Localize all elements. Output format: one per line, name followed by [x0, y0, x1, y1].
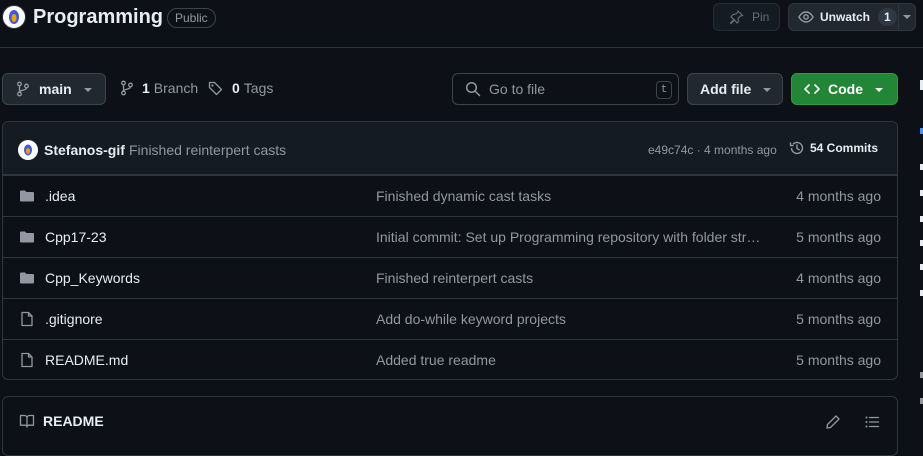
readme-title: README — [43, 413, 104, 429]
tag-label: Tags — [243, 80, 274, 96]
history-icon — [789, 140, 805, 156]
search-shortcut-hint: t — [656, 81, 672, 99]
branch-selector[interactable]: main — [2, 73, 106, 105]
file-name[interactable]: .gitignore — [45, 311, 103, 327]
branch-count: 1 — [142, 80, 150, 96]
folder-icon — [19, 229, 35, 245]
book-icon — [19, 413, 35, 429]
file-name[interactable]: .idea — [45, 188, 75, 204]
file-name[interactable]: Cpp17-23 — [45, 229, 107, 245]
watch-count: 1 — [878, 8, 897, 26]
file-age: 5 months ago — [796, 311, 881, 327]
owner-avatar[interactable] — [2, 5, 26, 29]
folder-icon — [19, 188, 35, 204]
add-file-label: Add file — [700, 81, 752, 97]
watch-dropdown-icon[interactable] — [902, 14, 912, 20]
list-icon[interactable] — [864, 414, 880, 430]
chevron-down-icon — [83, 87, 93, 93]
tags-link[interactable]: 0 Tags — [208, 80, 273, 96]
commit-hash-age[interactable]: e49c74c · 4 months ago — [648, 143, 777, 157]
file-age: 5 months ago — [796, 352, 881, 368]
file-age: 4 months ago — [796, 270, 881, 286]
file-row[interactable]: Cpp17-23 Initial commit: Set up Programm… — [3, 216, 897, 257]
branches-link[interactable]: 1 Branch — [120, 80, 198, 96]
file-browser: Stefanos-gif Finished reinterpert casts … — [2, 121, 898, 380]
git-branch-icon — [120, 80, 134, 96]
watch-divider — [898, 4, 899, 30]
file-commit-message[interactable]: Finished reinterpert casts — [376, 270, 761, 286]
latest-commit-bar: Stefanos-gif Finished reinterpert casts … — [3, 122, 897, 175]
chevron-down-icon — [762, 87, 772, 93]
pencil-icon[interactable] — [825, 414, 841, 430]
file-row[interactable]: README.md Added true readme 5 months ago — [3, 339, 897, 379]
readme-panel: README — [2, 396, 898, 456]
file-row[interactable]: .gitignore Add do-while keyword projects… — [3, 298, 897, 339]
tag-count: 0 — [232, 80, 240, 96]
file-commit-message[interactable]: Add do-while keyword projects — [376, 311, 761, 327]
search-icon — [465, 81, 481, 97]
git-branch-icon — [16, 81, 30, 97]
file-name[interactable]: README.md — [45, 352, 128, 368]
file-row[interactable]: .idea Finished dynamic cast tasks 4 mont… — [3, 175, 897, 216]
watch-label: Unwatch — [820, 10, 871, 24]
search-input[interactable] — [489, 81, 649, 97]
watch-button[interactable]: Unwatch 1 — [788, 3, 916, 31]
pin-label: Pin — [752, 10, 770, 24]
file-icon — [19, 311, 35, 327]
folder-icon — [19, 270, 35, 286]
visibility-badge: Public — [167, 8, 216, 28]
file-name[interactable]: Cpp_Keywords — [45, 270, 140, 286]
go-to-file-search[interactable]: t — [452, 73, 679, 105]
commit-message[interactable]: Finished reinterpert casts — [129, 142, 286, 158]
commit-author[interactable]: Stefanos-gif — [44, 142, 125, 158]
commits-history-link[interactable]: 54 Commits — [789, 140, 878, 156]
file-commit-message[interactable]: Finished dynamic cast tasks — [376, 188, 761, 204]
commit-count: 54 Commits — [810, 141, 879, 155]
repo-header: Programming Public Pin Unwatch 1 — [0, 0, 923, 48]
file-age: 5 months ago — [796, 229, 881, 245]
code-icon — [804, 81, 820, 97]
branch-label: Branch — [153, 80, 199, 96]
pin-icon — [728, 9, 744, 25]
pin-button[interactable]: Pin — [713, 3, 780, 31]
file-commit-message[interactable]: Added true readme — [376, 352, 761, 368]
code-button[interactable]: Code — [791, 73, 898, 105]
file-commit-message[interactable]: Initial commit: Set up Programming repos… — [376, 229, 761, 245]
readme-tab[interactable]: README — [19, 413, 104, 429]
file-row[interactable]: Cpp_Keywords Finished reinterpert casts … — [3, 257, 897, 298]
repo-name[interactable]: Programming — [33, 6, 163, 29]
branch-name: main — [39, 81, 72, 97]
code-label: Code — [828, 81, 863, 97]
eye-icon — [798, 9, 814, 25]
tag-icon — [208, 80, 224, 96]
file-age: 4 months ago — [796, 188, 881, 204]
add-file-button[interactable]: Add file — [687, 73, 783, 105]
commit-author-avatar[interactable] — [18, 140, 38, 160]
file-icon — [19, 352, 35, 368]
chevron-down-icon — [874, 87, 884, 93]
